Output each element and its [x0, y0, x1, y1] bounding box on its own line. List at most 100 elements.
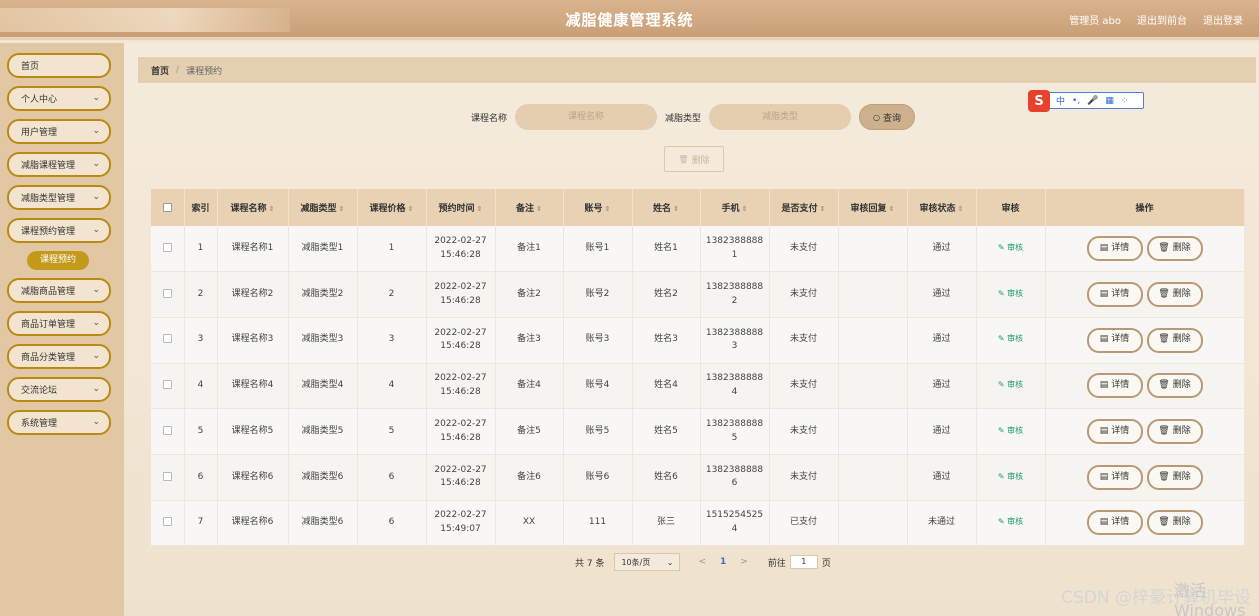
- ime-tool-icon[interactable]: ⁘: [1121, 96, 1129, 106]
- ime-toolbar[interactable]: S 中 •, 🎤 ▦ ⁘: [1028, 90, 1144, 112]
- audit-link[interactable]: ✎ 审核: [998, 243, 1023, 252]
- row-checkbox[interactable]: [162, 380, 172, 390]
- sidebar-item[interactable]: 交流论坛 ⌄: [7, 377, 111, 402]
- sidebar-item[interactable]: 系统管理 ⌄: [7, 410, 111, 435]
- row-select-cell: [151, 226, 185, 273]
- column-header[interactable]: 手机 ⇕: [700, 189, 770, 226]
- table-body: 1 课程名称1 减脂类型1 1 2022-02-27 15:46:28 备注1 账号1 姓名1 1…: [151, 226, 1245, 547]
- row-checkbox[interactable]: [162, 425, 172, 435]
- table-row: 4 课程名称4 减脂类型4 4 2022-02-27 15:46:28 备注4 账号4 姓名4 1…: [151, 363, 1245, 410]
- ime-tool-icon[interactable]: ▦: [1105, 96, 1114, 106]
- cell-phone: 1382388888 2: [700, 271, 770, 318]
- detail-button[interactable]: ▤ 详情: [1086, 464, 1143, 490]
- delete-button[interactable]: 🗑 删除: [1146, 510, 1203, 536]
- column-header[interactable]: 审核状态 ⇕: [907, 189, 977, 226]
- audit-link[interactable]: ✎ 审核: [998, 426, 1023, 435]
- sidebar-item[interactable]: 减脂类型管理 ⌄: [7, 185, 111, 210]
- next-page-button[interactable]: >: [740, 557, 748, 567]
- column-header[interactable]: 课程价格 ⇕: [357, 189, 427, 226]
- sidebar-item[interactable]: 减脂商品管理 ⌄: [7, 278, 111, 303]
- page-size-select[interactable]: 10条/页 ⌄: [614, 553, 681, 571]
- fat-type-input[interactable]: [709, 104, 852, 130]
- ime-tool-icon[interactable]: 🎤: [1087, 96, 1098, 106]
- phone-line2: 4: [731, 386, 738, 397]
- sort-icon[interactable]: ⇕: [742, 205, 748, 213]
- select-all-header: [151, 189, 185, 226]
- delete-label: 删除: [1172, 242, 1191, 253]
- cell-paid: 未支付: [769, 454, 839, 501]
- goto-page-input[interactable]: 1: [789, 555, 818, 569]
- batch-delete-button[interactable]: 🗑 删除: [664, 146, 724, 172]
- column-header[interactable]: 课程名称 ⇕: [217, 189, 289, 226]
- row-checkbox[interactable]: [162, 517, 172, 527]
- chevron-down-icon: ⌄: [92, 93, 100, 103]
- admin-user-label[interactable]: 管理员 abo: [1069, 12, 1121, 27]
- sort-icon[interactable]: ⇕: [339, 205, 345, 213]
- sidebar-item-label: 交流论坛: [21, 386, 58, 396]
- sidebar-item[interactable]: 商品分类管理 ⌄: [7, 344, 111, 369]
- page-size-value: 10条/页: [621, 557, 651, 567]
- sidebar-item[interactable]: 减脂课程管理 ⌄: [7, 152, 111, 177]
- sidebar-item[interactable]: 个人中心 ⌄: [7, 86, 111, 111]
- sort-icon[interactable]: ⇕: [889, 205, 895, 213]
- audit-link[interactable]: ✎ 审核: [998, 334, 1023, 343]
- delete-button[interactable]: 🗑 删除: [1146, 373, 1203, 399]
- audit-link[interactable]: ✎ 审核: [998, 380, 1023, 389]
- ime-tool-icon[interactable]: •,: [1072, 96, 1080, 106]
- column-header[interactable]: 备注 ⇕: [495, 189, 564, 226]
- detail-button[interactable]: ▤ 详情: [1086, 373, 1143, 399]
- table-row: 1 课程名称1 减脂类型1 1 2022-02-27 15:46:28 备注1 账号1 姓名1 1…: [151, 226, 1245, 273]
- exit-to-front-link[interactable]: 退出到前台: [1137, 12, 1187, 27]
- sort-icon[interactable]: ⇕: [605, 205, 611, 213]
- sidebar-item[interactable]: 商品订单管理 ⌄: [7, 311, 111, 336]
- delete-button[interactable]: 🗑 删除: [1146, 419, 1203, 445]
- audit-link[interactable]: ✎ 审核: [998, 517, 1023, 526]
- detail-button[interactable]: ▤ 详情: [1086, 236, 1143, 262]
- sort-icon[interactable]: ⇕: [958, 205, 964, 213]
- delete-button[interactable]: 🗑 删除: [1146, 282, 1203, 308]
- row-checkbox[interactable]: [162, 471, 172, 481]
- detail-button[interactable]: ▤ 详情: [1086, 282, 1143, 308]
- row-checkbox[interactable]: [162, 334, 172, 344]
- audit-link[interactable]: ✎ 审核: [998, 289, 1023, 298]
- sort-icon[interactable]: ⇕: [536, 205, 542, 213]
- cell-type: 减脂类型2: [288, 271, 358, 318]
- delete-button[interactable]: 🗑 删除: [1146, 327, 1203, 353]
- cell-appointment-time: 2022-02-27 15:46:28: [426, 454, 496, 501]
- column-header[interactable]: 是否支付 ⇕: [769, 189, 839, 226]
- column-header[interactable]: 账号 ⇕: [563, 189, 633, 226]
- column-header[interactable]: 审核回复 ⇕: [838, 189, 908, 226]
- sidebar-item[interactable]: 首页: [7, 53, 111, 78]
- sort-icon[interactable]: ⇕: [477, 205, 483, 213]
- sort-icon[interactable]: ⇕: [269, 205, 275, 213]
- column-header[interactable]: 预约时间 ⇕: [426, 189, 496, 226]
- audit-link[interactable]: ✎ 审核: [998, 472, 1023, 481]
- row-checkbox[interactable]: [162, 242, 172, 252]
- page-number[interactable]: 1: [720, 557, 726, 567]
- query-button[interactable]: ○ 查询: [859, 104, 916, 130]
- logout-link[interactable]: 退出登录: [1203, 12, 1243, 27]
- sidebar-subitem-course-appointment[interactable]: 课程预约: [27, 251, 89, 270]
- audit-label: 审核: [1007, 334, 1024, 344]
- detail-button[interactable]: ▤ 详情: [1086, 327, 1143, 353]
- column-header[interactable]: 姓名 ⇕: [632, 189, 701, 226]
- ime-tool-icon[interactable]: 中: [1056, 94, 1065, 107]
- column-header[interactable]: 审核: [976, 189, 1046, 226]
- column-header[interactable]: 减脂类型 ⇕: [288, 189, 358, 226]
- course-name-input[interactable]: [515, 104, 658, 130]
- breadcrumb-home[interactable]: 首页: [151, 64, 169, 77]
- sort-icon[interactable]: ⇕: [673, 205, 679, 213]
- time-text: 15:46:28: [440, 249, 481, 260]
- delete-button[interactable]: 🗑 删除: [1146, 236, 1203, 262]
- row-checkbox[interactable]: [162, 288, 172, 298]
- detail-button[interactable]: ▤ 详情: [1086, 419, 1143, 445]
- delete-button[interactable]: 🗑 删除: [1146, 464, 1203, 490]
- sidebar-item[interactable]: 课程预约管理 ⌄: [7, 218, 111, 243]
- detail-button[interactable]: ▤ 详情: [1086, 510, 1143, 536]
- sort-icon[interactable]: ⇕: [408, 205, 414, 213]
- sidebar-item[interactable]: 用户管理 ⌄: [7, 119, 111, 144]
- cell-audit: ✎ 审核: [976, 363, 1046, 410]
- select-all-checkbox[interactable]: [162, 202, 172, 212]
- sort-icon[interactable]: ⇕: [820, 205, 826, 213]
- prev-page-button[interactable]: <: [698, 557, 706, 567]
